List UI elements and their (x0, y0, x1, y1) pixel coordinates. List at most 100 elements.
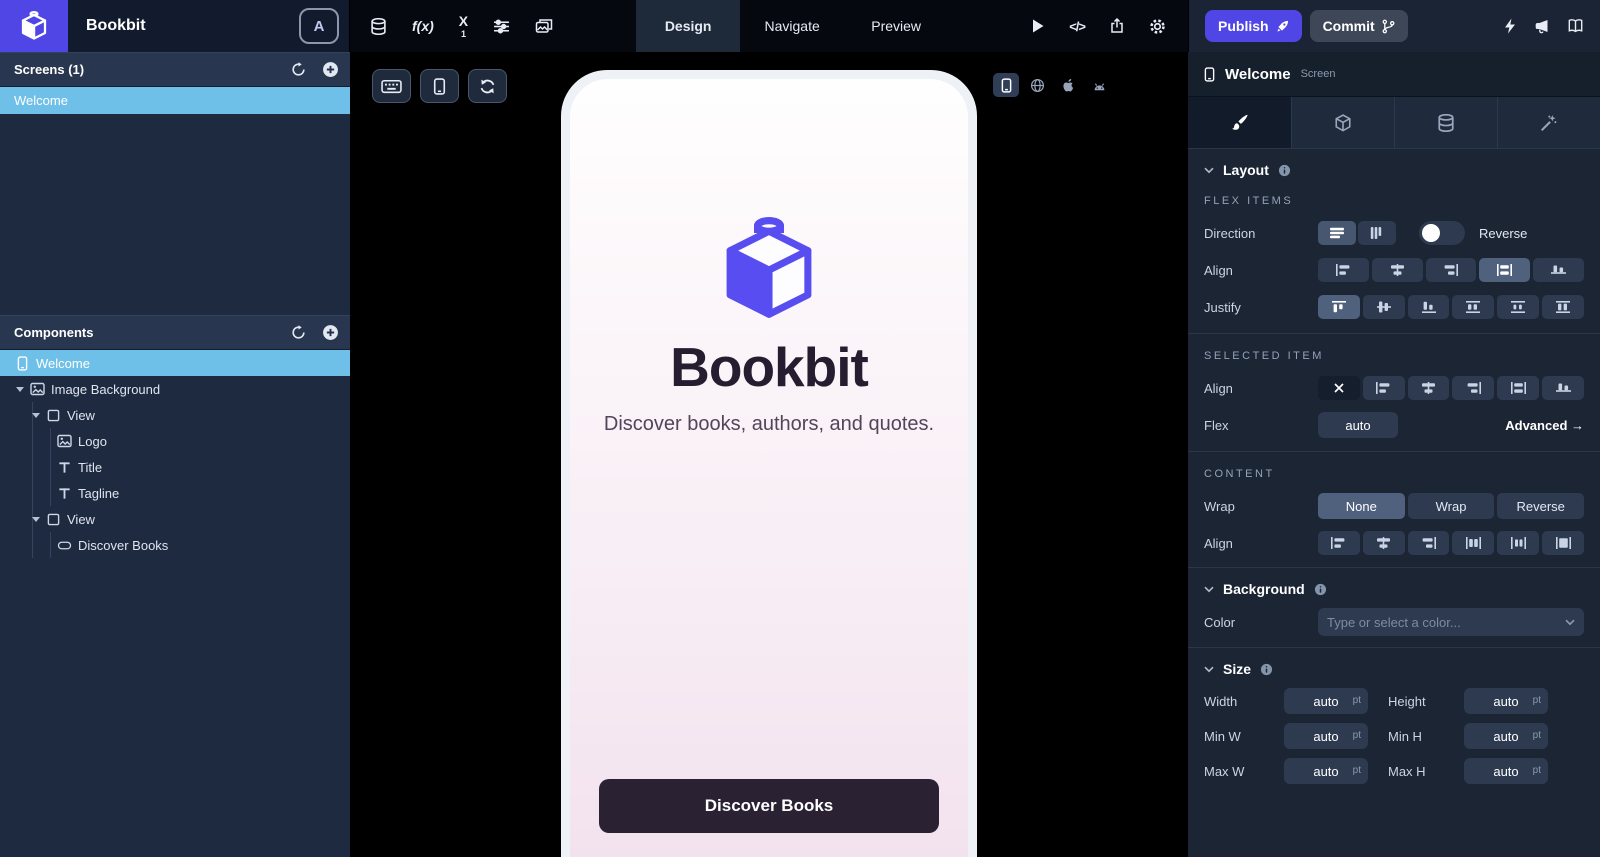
color-input[interactable] (1327, 615, 1565, 630)
min-height-input[interactable]: autopt (1464, 723, 1548, 749)
align-end-icon[interactable] (1452, 376, 1494, 400)
tree-item-welcome[interactable]: Welcome (0, 350, 350, 376)
commit-button[interactable]: Commit (1310, 10, 1408, 42)
tab-data-icon[interactable] (1394, 97, 1497, 148)
align-start-icon[interactable] (1363, 376, 1405, 400)
align-stretch-icon[interactable] (1479, 258, 1530, 282)
align-start-icon[interactable] (1318, 531, 1360, 555)
advanced-link[interactable]: Advanced → (1505, 418, 1584, 433)
justify-end-icon[interactable] (1408, 295, 1450, 319)
tab-preview[interactable]: Preview (844, 0, 948, 52)
components-add-icon[interactable] (318, 321, 342, 345)
align-stretch-icon[interactable] (1542, 531, 1584, 555)
device-frame-icon[interactable] (420, 69, 459, 103)
tree-item-view-1[interactable]: View (0, 402, 350, 428)
justify-around-icon[interactable] (1497, 295, 1539, 319)
tab-interactions-wand-icon[interactable] (1497, 97, 1600, 148)
screens-header: Screens (1) (0, 52, 350, 87)
components-history-icon[interactable] (286, 321, 310, 345)
caret-down-icon[interactable] (28, 402, 43, 428)
variables-icon[interactable]: X1 (459, 13, 468, 39)
chevron-down-icon[interactable] (1565, 619, 1575, 626)
tree-item-view-2[interactable]: View (0, 506, 350, 532)
align-around-icon[interactable] (1497, 531, 1539, 555)
tree-item-discover-books[interactable]: Discover Books (0, 532, 350, 558)
wrap-reverse-button[interactable]: Reverse (1497, 493, 1584, 519)
background-color-row: Color (1204, 608, 1584, 636)
direction-column-icon[interactable] (1358, 221, 1396, 245)
canvas-toolbar (372, 69, 507, 103)
align-clear-icon[interactable] (1318, 376, 1360, 400)
refresh-icon[interactable] (468, 69, 507, 103)
docs-book-icon[interactable] (1567, 18, 1584, 34)
caret-down-icon[interactable] (28, 506, 43, 532)
app-tagline-text[interactable]: Discover books, authors, and quotes. (604, 413, 934, 436)
tree-item-tagline[interactable]: Tagline (0, 480, 350, 506)
layout-section-header[interactable]: Layout (1188, 149, 1600, 189)
lightning-icon[interactable] (1503, 18, 1517, 34)
wrap-wrap-button[interactable]: Wrap (1408, 493, 1495, 519)
justify-center-icon[interactable] (1363, 295, 1405, 319)
min-width-input[interactable]: autopt (1284, 723, 1368, 749)
height-input[interactable]: autopt (1464, 688, 1548, 714)
direction-row-icon[interactable] (1318, 221, 1356, 245)
tab-config-cube-icon[interactable] (1291, 97, 1394, 148)
settings-gear-icon[interactable] (1149, 18, 1166, 35)
assets-icon[interactable] (535, 18, 553, 34)
phone-screen[interactable]: Bookbit Discover books, authors, and quo… (570, 79, 968, 857)
device-phone-icon[interactable] (993, 73, 1019, 97)
play-icon[interactable] (1031, 18, 1045, 34)
align-start-icon[interactable] (1318, 258, 1369, 282)
align-stretch-icon[interactable] (1497, 376, 1539, 400)
reverse-toggle[interactable] (1419, 221, 1465, 245)
tree-item-title[interactable]: Title (0, 454, 350, 480)
megaphone-icon[interactable] (1534, 18, 1550, 34)
device-ios-icon[interactable] (1055, 73, 1081, 97)
tree-item-image-background[interactable]: Image Background (0, 376, 350, 402)
align-between-icon[interactable] (1452, 531, 1494, 555)
components-title: Components (14, 325, 93, 340)
device-web-icon[interactable] (1024, 73, 1050, 97)
publish-button[interactable]: Publish (1205, 10, 1302, 42)
wrap-none-button[interactable]: None (1318, 493, 1405, 519)
size-section-header[interactable]: Size (1188, 647, 1600, 688)
share-icon[interactable] (1109, 18, 1125, 34)
keyboard-icon[interactable] (372, 69, 411, 103)
justify-stretch-icon[interactable] (1542, 295, 1584, 319)
discover-books-button[interactable]: Discover Books (599, 779, 939, 833)
align-end-icon[interactable] (1426, 258, 1477, 282)
align-center-icon[interactable] (1372, 258, 1423, 282)
max-width-input[interactable]: autopt (1284, 758, 1368, 784)
design-canvas[interactable]: Bookbit Discover books, authors, and quo… (350, 52, 1188, 857)
data-sources-icon[interactable] (370, 18, 387, 35)
app-logo[interactable] (0, 0, 68, 52)
justify-between-icon[interactable] (1452, 295, 1494, 319)
max-height-input[interactable]: autopt (1464, 758, 1548, 784)
width-input[interactable]: autopt (1284, 688, 1368, 714)
device-android-icon[interactable] (1086, 73, 1112, 97)
align-center-icon[interactable] (1363, 531, 1405, 555)
background-section-header[interactable]: Background (1188, 567, 1600, 608)
app-title-text[interactable]: Bookbit (670, 335, 868, 399)
components-section: Components Welcome Image Background (0, 315, 350, 558)
tab-navigate[interactable]: Navigate (740, 0, 844, 52)
functions-icon[interactable]: f(x) (412, 18, 434, 34)
code-export-icon[interactable]: </> (1069, 19, 1085, 34)
avatar-button[interactable]: A (299, 8, 339, 44)
align-center-icon[interactable] (1408, 376, 1450, 400)
align-baseline-icon[interactable] (1533, 258, 1584, 282)
align-end-icon[interactable] (1408, 531, 1450, 555)
theme-icon[interactable] (493, 19, 510, 34)
justify-start-icon[interactable] (1318, 295, 1360, 319)
align-baseline-icon[interactable] (1542, 376, 1584, 400)
caret-down-icon[interactable] (12, 376, 27, 402)
bookbit-cube-logo[interactable] (716, 217, 822, 325)
screen-item-welcome[interactable]: Welcome (0, 87, 350, 114)
screens-add-icon[interactable] (318, 58, 342, 82)
inspector-subtitle: Screen (1301, 68, 1336, 80)
tree-item-logo[interactable]: Logo (0, 428, 350, 454)
screens-history-icon[interactable] (286, 58, 310, 82)
tab-styles-brush-icon[interactable] (1188, 97, 1291, 148)
flex-value-input[interactable]: auto (1318, 412, 1398, 438)
tab-design[interactable]: Design (636, 0, 740, 52)
